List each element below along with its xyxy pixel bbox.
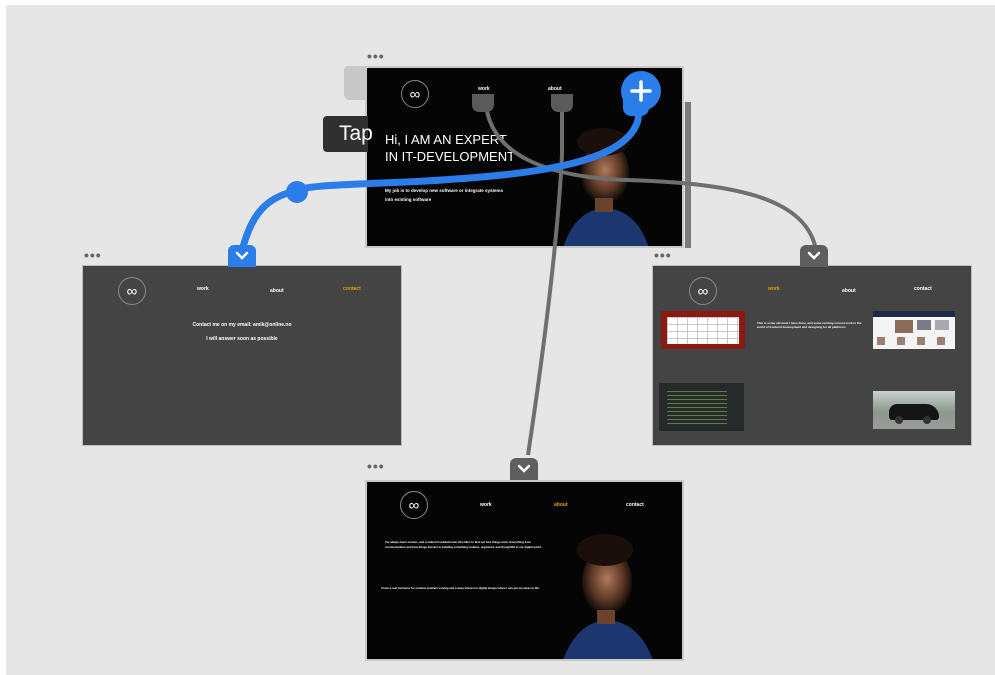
about-paragraph-2: I have a real fondness for creative prob… <box>381 586 540 590</box>
portrait-photo <box>563 534 653 659</box>
frame-menu-work[interactable]: ••• <box>654 248 672 262</box>
logo-infinity-icon[interactable]: ∞ <box>689 277 717 305</box>
nav-contact[interactable]: contact <box>914 286 932 292</box>
logo-infinity-icon[interactable]: ∞ <box>400 491 428 519</box>
anchor-work[interactable] <box>800 245 828 267</box>
logo-infinity-icon[interactable]: ∞ <box>401 80 429 108</box>
frame-contact[interactable]: ∞ work about contact Contact me on my em… <box>82 265 402 446</box>
nav-about[interactable]: about <box>842 288 856 294</box>
contact-email-line: Contact me on my email: amik@online.no <box>192 322 292 328</box>
chevron-down-icon <box>517 464 531 473</box>
thumbnail-sports-car[interactable] <box>873 391 955 429</box>
frame-scrollbar[interactable] <box>685 102 691 248</box>
logo-infinity-icon[interactable]: ∞ <box>118 277 146 305</box>
thumbnail-calendar[interactable] <box>661 311 745 349</box>
nav-contact[interactable]: contact <box>343 286 361 292</box>
thumbnail-news-site[interactable] <box>873 311 955 349</box>
anchor-about[interactable] <box>510 458 538 480</box>
hero-headline-2: IN IT-DEVELOPMENT <box>385 149 516 164</box>
chevron-down-icon <box>807 251 821 260</box>
plus-icon <box>630 80 652 102</box>
frame-menu-contact[interactable]: ••• <box>84 248 102 262</box>
portrait-photo <box>563 128 649 246</box>
connector-plug-about[interactable] <box>551 94 573 112</box>
nav-about[interactable]: about <box>554 502 568 508</box>
nav-work[interactable]: work <box>197 286 209 292</box>
about-paragraph-1: I've always been curious, and a natural … <box>385 540 542 549</box>
hero-body-1: My job is to develop new software or int… <box>385 188 504 193</box>
trigger-tooltip: Tap <box>323 116 373 152</box>
nav-work[interactable]: work <box>480 502 492 508</box>
add-connection-button[interactable] <box>621 71 661 111</box>
hero-body-2: into existing software <box>385 197 432 202</box>
nav-contact[interactable]: contact <box>626 502 644 508</box>
connector-plug-work[interactable] <box>472 94 494 112</box>
nav-about[interactable]: about <box>548 86 562 92</box>
anchor-contact[interactable] <box>228 245 256 267</box>
hero-headline-1: Hi, I AM AN EXPERT <box>385 132 507 147</box>
prototype-canvas[interactable]: ••• ∞ work about Hi, I AM AN EXPERT IN I… <box>6 5 995 675</box>
frame-work[interactable]: ∞ work about contact This is some old wo… <box>652 265 972 446</box>
chevron-down-icon <box>235 251 249 260</box>
work-intro-text: This is some old work I have done, and s… <box>757 321 862 329</box>
nav-work[interactable]: work <box>478 86 490 92</box>
nav-work[interactable]: work <box>768 286 780 292</box>
frame-about[interactable]: ∞ work about contact I've always been cu… <box>365 480 684 661</box>
frame-menu-about[interactable]: ••• <box>367 459 385 473</box>
connector-handle[interactable] <box>286 181 308 203</box>
contact-response-line: I will answer soon as possible <box>206 336 278 342</box>
frame-menu-home[interactable]: ••• <box>367 49 385 63</box>
nav-about[interactable]: about <box>270 288 284 294</box>
thumbnail-code-editor[interactable] <box>659 383 744 431</box>
